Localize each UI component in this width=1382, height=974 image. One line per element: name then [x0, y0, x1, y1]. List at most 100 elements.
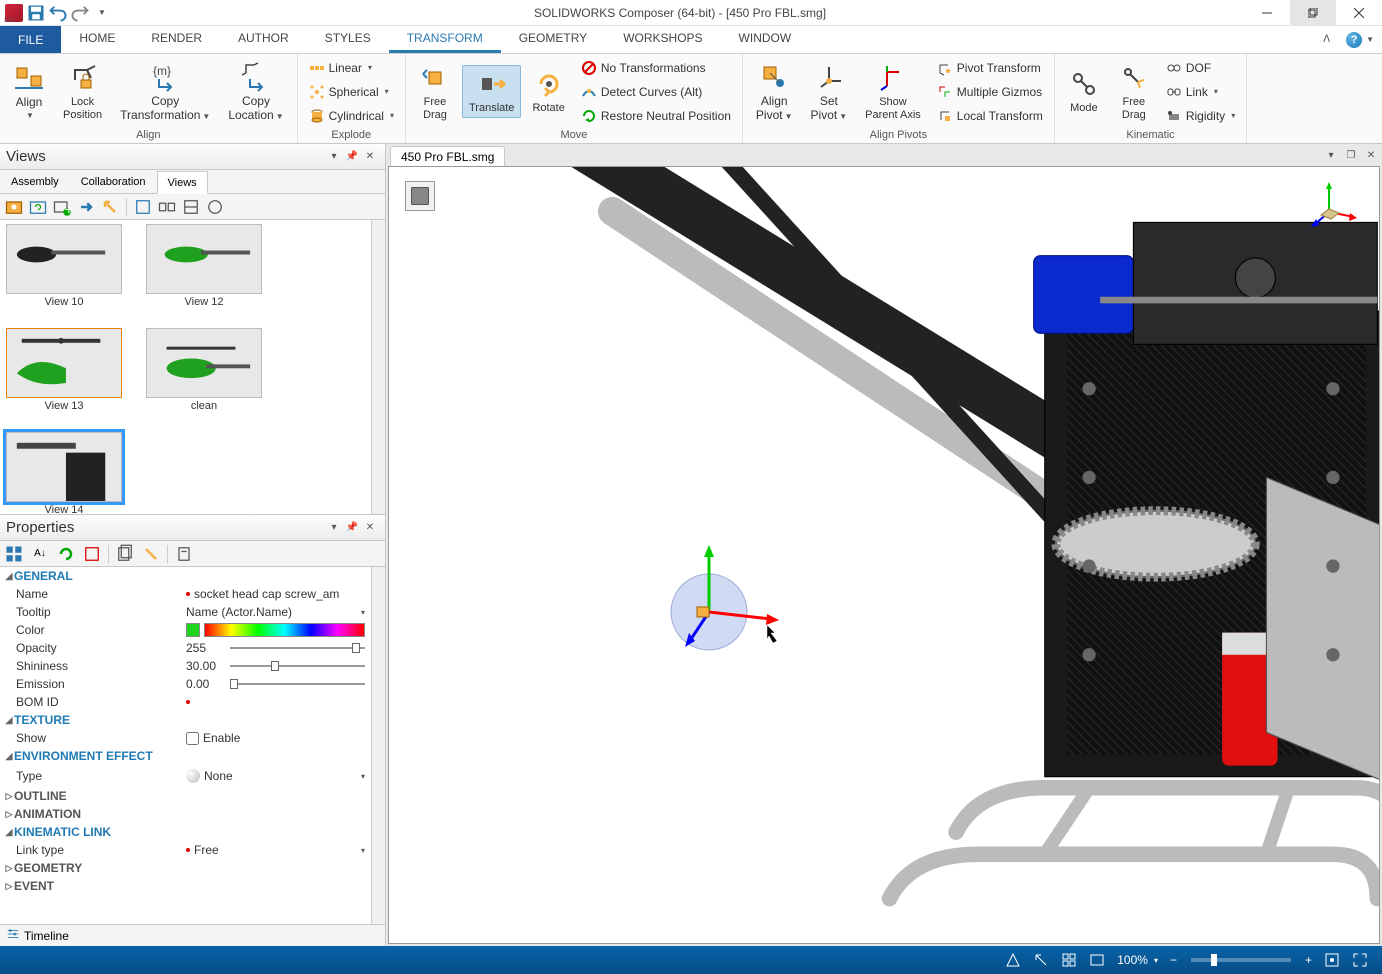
3d-viewport[interactable] [389, 167, 1379, 943]
view-thumb-clean[interactable]: clean [144, 328, 264, 412]
prop-linktype-row[interactable]: Link typeFree▾ [0, 841, 371, 859]
zoom-out-icon[interactable]: − [1164, 953, 1183, 967]
prop-color-row[interactable]: Color [0, 621, 371, 639]
tab-geometry[interactable]: GEOMETRY [501, 26, 605, 53]
kinematic-free-drag-button[interactable]: Free Drag [1111, 59, 1157, 123]
props-close-icon[interactable]: ✕ [361, 519, 379, 537]
view-tool-2-icon[interactable] [157, 197, 177, 217]
multiple-gizmos-button[interactable]: Multiple Gizmos [932, 81, 1048, 103]
prop-show-row[interactable]: ShowEnable [0, 729, 371, 747]
tab-author[interactable]: AUTHOR [220, 26, 307, 53]
emission-slider[interactable] [230, 677, 365, 691]
show-parent-axis-button[interactable]: Show Parent Axis [858, 59, 928, 123]
viewport-mode-icon[interactable] [405, 181, 435, 211]
props-menu-icon[interactable]: ▾ [325, 519, 343, 537]
app-menu-icon[interactable] [4, 3, 24, 23]
redo-icon[interactable] [70, 3, 90, 23]
status-view-icon[interactable] [1083, 952, 1111, 968]
prop-envtype-row[interactable]: TypeNone▾ [0, 765, 371, 787]
mode-button[interactable]: Mode [1061, 65, 1107, 117]
copy-transformation-button[interactable]: {m} Copy Transformation▼ [113, 58, 217, 124]
cat-environment[interactable]: ◢ENVIRONMENT EFFECT [0, 747, 371, 765]
cat-texture[interactable]: ◢TEXTURE [0, 711, 371, 729]
prop-filter-icon[interactable] [174, 544, 194, 564]
align-pivot-button[interactable]: Align Pivot▼ [749, 58, 800, 124]
cat-kinematic-link[interactable]: ◢KINEMATIC LINK [0, 823, 371, 841]
panel-menu-icon[interactable]: ▾ [325, 148, 343, 166]
linear-explode-button[interactable]: Linear▾ [304, 57, 399, 79]
cat-general[interactable]: ◢GENERAL [0, 567, 371, 585]
goto-view-icon[interactable] [76, 197, 96, 217]
prop-bomid-row[interactable]: BOM ID [0, 693, 371, 711]
help-button[interactable]: ?▼ [1338, 26, 1382, 53]
zoom-in-icon[interactable]: + [1299, 953, 1318, 967]
view-thumb-10[interactable]: View 10 [4, 224, 124, 308]
zoom-slider[interactable] [1191, 958, 1291, 962]
status-fit-icon[interactable] [1318, 952, 1346, 968]
lock-position-button[interactable]: Lock Position [56, 59, 109, 123]
spherical-explode-button[interactable]: Spherical▾ [304, 81, 399, 103]
doc-close-icon[interactable]: ✕ [1362, 150, 1380, 164]
views-tab-assembly[interactable]: Assembly [0, 170, 70, 193]
status-tool-2-icon[interactable] [1027, 952, 1055, 968]
tab-render[interactable]: RENDER [133, 26, 220, 53]
status-expand-icon[interactable] [1346, 952, 1374, 968]
tab-window[interactable]: WINDOW [721, 26, 810, 53]
prop-neutral-icon[interactable] [82, 544, 102, 564]
local-transform-button[interactable]: Local Transform [932, 105, 1048, 127]
panel-close-icon[interactable]: ✕ [361, 148, 379, 166]
document-tab[interactable]: 450 Pro FBL.smg [390, 146, 505, 166]
status-grid-icon[interactable] [1055, 952, 1083, 968]
enable-checkbox[interactable] [186, 732, 199, 745]
qat-dropdown-icon[interactable]: ▼ [92, 3, 112, 23]
link-button[interactable]: Link▾ [1161, 81, 1240, 103]
prop-opacity-row[interactable]: Opacity255 [0, 639, 371, 657]
doc-restore-icon[interactable]: ❐ [1342, 150, 1360, 164]
new-view-icon[interactable]: + [52, 197, 72, 217]
prop-copy-icon[interactable] [115, 544, 135, 564]
zoom-level[interactable]: 100%▾ [1111, 953, 1164, 967]
views-scrollbar[interactable] [371, 220, 385, 514]
close-button[interactable] [1336, 0, 1382, 26]
props-pin-icon[interactable]: 📌 [343, 519, 361, 537]
view-props-icon[interactable] [100, 197, 120, 217]
cat-animation[interactable]: ▷ANIMATION [0, 805, 371, 823]
status-tool-1-icon[interactable] [999, 952, 1027, 968]
view-thumb-13[interactable]: View 13 [4, 328, 124, 412]
cat-geometry[interactable]: ▷GEOMETRY [0, 859, 371, 877]
capture-view-icon[interactable] [4, 197, 24, 217]
views-tab-collaboration[interactable]: Collaboration [70, 170, 157, 193]
doc-menu-icon[interactable]: ▾ [1322, 150, 1340, 164]
no-transformations-button[interactable]: No Transformations [576, 57, 736, 79]
prop-tooltip-row[interactable]: TooltipName (Actor.Name)▾ [0, 603, 371, 621]
update-view-icon[interactable] [28, 197, 48, 217]
view-tool-4-icon[interactable] [205, 197, 225, 217]
minimize-ribbon-icon[interactable]: ᐱ [1315, 26, 1338, 53]
pivot-transform-button[interactable]: Pivot Transform [932, 57, 1048, 79]
prop-refresh-icon[interactable] [56, 544, 76, 564]
copy-location-button[interactable]: Copy Location▼ [221, 58, 290, 124]
prop-name-row[interactable]: Namesocket head cap screw_am [0, 585, 371, 603]
view-thumb-14[interactable]: View 14 [4, 432, 124, 514]
shininess-slider[interactable] [230, 659, 365, 673]
prop-shininess-row[interactable]: Shininess30.00 [0, 657, 371, 675]
free-drag-button[interactable]: Free Drag [412, 59, 458, 123]
save-icon[interactable] [26, 3, 46, 23]
file-tab[interactable]: FILE [0, 26, 61, 53]
prop-emission-row[interactable]: Emission0.00 [0, 675, 371, 693]
align-button[interactable]: Align▼ [6, 59, 52, 124]
cylindrical-explode-button[interactable]: Cylindrical▾ [304, 105, 399, 127]
tab-styles[interactable]: STYLES [307, 26, 389, 53]
cat-event[interactable]: ▷EVENT [0, 877, 371, 895]
translate-gizmo[interactable] [649, 537, 789, 680]
translate-button[interactable]: Translate [462, 65, 521, 117]
orientation-widget[interactable] [1299, 177, 1359, 237]
color-swatch[interactable] [186, 623, 200, 637]
rotate-button[interactable]: Rotate [525, 65, 571, 117]
rigidity-button[interactable]: Rigidity▾ [1161, 105, 1240, 127]
undo-icon[interactable] [48, 3, 68, 23]
restore-neutral-button[interactable]: Restore Neutral Position [576, 105, 736, 127]
panel-pin-icon[interactable]: 📌 [343, 148, 361, 166]
tab-transform[interactable]: TRANSFORM [389, 26, 501, 53]
color-picker[interactable] [204, 623, 365, 637]
